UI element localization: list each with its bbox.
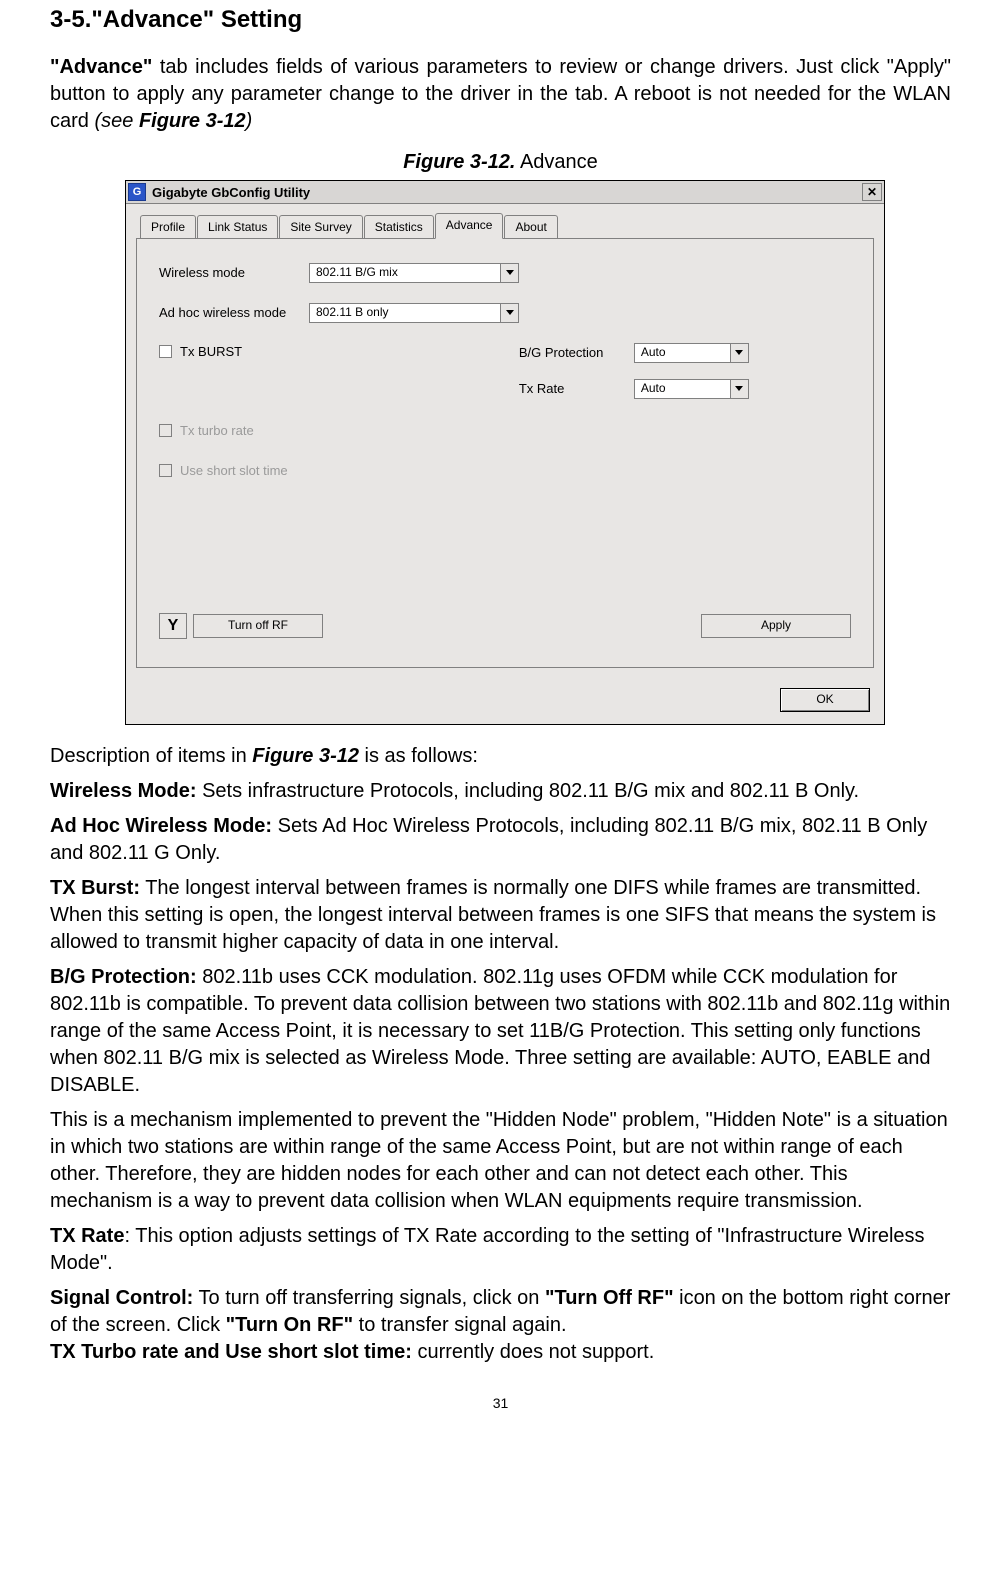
close-icon[interactable]: ✕	[862, 183, 882, 201]
tx-turbo-checkbox	[159, 424, 172, 437]
bg-protection-label: B/G Protection	[519, 344, 634, 362]
chevron-down-icon[interactable]	[730, 344, 748, 362]
titlebar: G Gigabyte GbConfig Utility ✕	[126, 181, 884, 204]
figure-caption: Figure 3-12. Advance	[50, 149, 951, 176]
page-number: 31	[50, 1394, 951, 1413]
bg-protection-select[interactable]: Auto	[634, 343, 749, 363]
figure-caption-text: Advance	[515, 151, 597, 173]
description-signal-control: Signal Control: To turn off transferring…	[50, 1285, 951, 1366]
chevron-down-icon[interactable]	[500, 304, 518, 322]
bg-protection-value: Auto	[635, 344, 730, 362]
short-slot-checkbox	[159, 464, 172, 477]
adhoc-mode-label: Ad hoc wireless mode	[159, 304, 309, 322]
tab-link-status[interactable]: Link Status	[197, 215, 278, 238]
app-window: G Gigabyte GbConfig Utility ✕ Profile Li…	[125, 180, 885, 724]
advance-tab-panel: Wireless mode 802.11 B/G mix Ad hoc wire…	[136, 238, 874, 668]
description-bg-protection: B/G Protection: 802.11b uses CCK modulat…	[50, 964, 951, 1099]
tx-burst-label: Tx BURST	[180, 343, 242, 361]
intro-paragraph: "Advance" tab includes fields of various…	[50, 54, 951, 135]
tx-rate-select[interactable]: Auto	[634, 379, 749, 399]
tx-turbo-label: Tx turbo rate	[180, 422, 254, 440]
tab-about[interactable]: About	[504, 215, 557, 238]
section-heading: 3-5."Advance" Setting	[50, 4, 951, 36]
description-tx-burst: TX Burst: The longest interval between f…	[50, 875, 951, 956]
rf-antenna-icon: Y	[159, 613, 187, 639]
window-title: Gigabyte GbConfig Utility	[152, 184, 862, 202]
tab-profile[interactable]: Profile	[140, 215, 196, 238]
adhoc-mode-select[interactable]: 802.11 B only	[309, 303, 519, 323]
chevron-down-icon[interactable]	[730, 380, 748, 398]
adhoc-mode-value: 802.11 B only	[310, 304, 500, 322]
tx-burst-checkbox[interactable]	[159, 345, 172, 358]
tx-rate-value: Auto	[635, 380, 730, 398]
ok-button[interactable]: OK	[780, 688, 870, 712]
tab-row: Profile Link Status Site Survey Statisti…	[140, 212, 874, 237]
tab-statistics[interactable]: Statistics	[364, 215, 434, 238]
app-icon: G	[128, 183, 146, 201]
tab-advance[interactable]: Advance	[435, 213, 504, 238]
description-adhoc: Ad Hoc Wireless Mode: Sets Ad Hoc Wirele…	[50, 813, 951, 867]
wireless-mode-value: 802.11 B/G mix	[310, 264, 500, 282]
description-wireless-mode: Wireless Mode: Sets infrastructure Proto…	[50, 778, 951, 805]
figure-caption-label: Figure 3-12.	[403, 151, 515, 173]
apply-button[interactable]: Apply	[701, 614, 851, 638]
wireless-mode-select[interactable]: 802.11 B/G mix	[309, 263, 519, 283]
tx-rate-label: Tx Rate	[519, 380, 634, 398]
tab-site-survey[interactable]: Site Survey	[279, 215, 362, 238]
turn-off-rf-button[interactable]: Turn off RF	[193, 614, 323, 638]
description-hidden-node: This is a mechanism implemented to preve…	[50, 1107, 951, 1215]
description-tx-rate: TX Rate: This option adjusts settings of…	[50, 1223, 951, 1277]
chevron-down-icon[interactable]	[500, 264, 518, 282]
wireless-mode-label: Wireless mode	[159, 264, 309, 282]
short-slot-label: Use short slot time	[180, 462, 288, 480]
description-intro: Description of items in Figure 3-12 is a…	[50, 743, 951, 770]
